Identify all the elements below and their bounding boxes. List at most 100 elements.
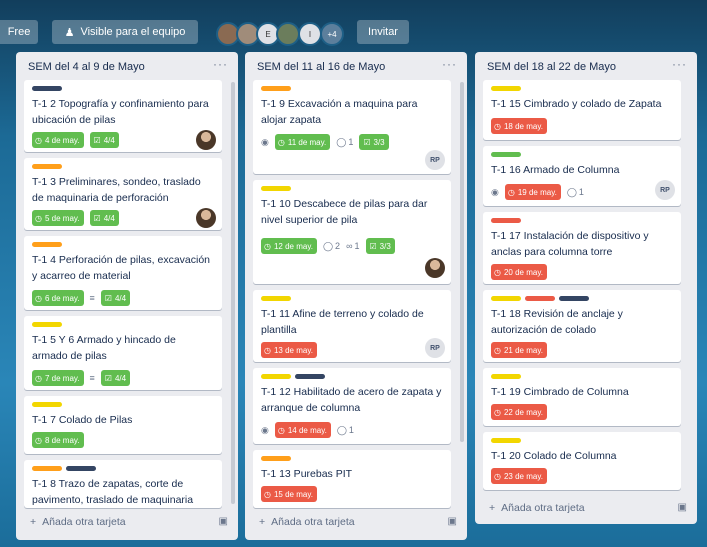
card[interactable]: T-1 12 Habilitado de acero de zapata y a… — [253, 368, 451, 444]
clock-icon: ◷ — [264, 241, 271, 251]
due-date-text: 14 de may. — [287, 425, 327, 435]
due-date-text: 23 de may. — [503, 471, 543, 481]
card[interactable]: T-1 7 Colado de Pilas ◷ 8 de may. — [24, 396, 222, 454]
checklist-icon: ☑ — [93, 213, 101, 223]
more-members-button[interactable]: +4 — [320, 22, 344, 46]
list-title[interactable]: SEM del 18 al 22 de Mayo — [487, 61, 616, 73]
list-menu-icon[interactable]: ··· — [672, 57, 687, 71]
member-avatar[interactable] — [425, 258, 445, 278]
due-date-badge[interactable]: ◷ 22 de may. — [491, 404, 547, 420]
card-badges: ◉ ◷ 14 de may. ◯ 1 — [261, 422, 354, 438]
due-date-badge[interactable]: ◷ 20 de may. — [491, 264, 547, 280]
card-title: T-1 3 Preliminares, sondeo, traslado de … — [32, 176, 201, 204]
due-date-badge[interactable]: ◷ 12 de may. — [261, 238, 317, 254]
board-header: Free ♟ Visible para el equipo E I +4 Inv… — [0, 0, 707, 48]
card-template-icon[interactable]: ▣ — [219, 516, 228, 527]
checklist-icon: ☑ — [104, 293, 112, 303]
card-title: T-1 20 Colado de Columna — [491, 450, 617, 462]
list-scrollbar[interactable] — [231, 82, 235, 504]
due-date-badge[interactable]: ◷ 21 de may. — [491, 342, 547, 358]
visibility-button[interactable]: ♟ Visible para el equipo — [52, 20, 198, 44]
card-badges: ◷ 8 de may. — [32, 432, 84, 448]
list-menu-icon[interactable]: ··· — [442, 57, 457, 71]
card[interactable]: T-1 18 Revisión de anclaje y autorizació… — [483, 290, 681, 362]
label-navy — [295, 374, 325, 379]
card[interactable]: T-1 4 Perforación de pilas, excavación y… — [24, 236, 222, 310]
checklist-badge: ☑ 4/4 — [89, 210, 119, 226]
due-date-badge[interactable]: ◷ 6 de may. — [32, 290, 84, 306]
label-orange — [32, 164, 62, 169]
card[interactable]: T-1 2 Topografía y confinamiento para ub… — [24, 80, 222, 152]
member-initials: RP — [430, 344, 440, 352]
card-title: T-1 4 Perforación de pilas, excavación y… — [32, 254, 211, 282]
clock-icon: ◷ — [494, 407, 501, 417]
label-orange — [261, 456, 291, 461]
card-badges: ◉ ◷ 11 de may. ◯ 1 ☑ 3/3 — [261, 134, 389, 150]
clock-icon: ◷ — [277, 425, 285, 435]
card-labels — [261, 186, 291, 191]
due-date-badge[interactable]: ◷ 7 de may. — [32, 370, 84, 386]
card[interactable]: T-1 5 Y 6 Armado y hincado de armado de … — [24, 316, 222, 390]
due-date-badge[interactable]: ◷ 14 de may. — [274, 422, 331, 438]
invite-button[interactable]: Invitar — [357, 20, 409, 44]
add-card-button[interactable]: + Añada otra tarjeta — [259, 516, 355, 528]
due-date-badge[interactable]: ◷ 8 de may. — [32, 432, 84, 448]
card[interactable]: T-1 9 Excavación a maquina para alojar z… — [253, 80, 451, 174]
due-date-text: 18 de may. — [503, 121, 543, 131]
comment-icon: ◯ — [336, 424, 347, 435]
card-badges: ◷ 13 de may. — [261, 342, 317, 358]
member-avatar[interactable]: RP — [655, 180, 675, 200]
add-card-button[interactable]: + Añada otra tarjeta — [489, 502, 585, 514]
due-date-text: 6 de may. — [44, 293, 80, 303]
due-date-badge[interactable]: ◷ 18 de may. — [491, 118, 547, 134]
comment-icon: ◯ — [566, 186, 577, 197]
card[interactable]: T-1 10 Descabece de pilas para dar nivel… — [253, 180, 451, 284]
card-badges: ◷ 20 de may. — [491, 264, 547, 280]
card[interactable]: T-1 11 Afine de terreno y colado de plan… — [253, 290, 451, 362]
comment-count: 2 — [335, 241, 341, 251]
due-date-text: 13 de may. — [273, 345, 313, 355]
card-labels — [32, 164, 62, 169]
card[interactable]: T-1 20 Colado de Columna ◷ 23 de may. — [483, 432, 681, 490]
member-avatar[interactable] — [196, 130, 216, 150]
due-date-text: 11 de may. — [287, 137, 327, 147]
due-date-badge[interactable]: ◷ 15 de may. — [261, 486, 317, 502]
list-scrollbar[interactable] — [460, 82, 464, 442]
due-date-badge[interactable]: ◷ 11 de may. — [274, 134, 331, 150]
card-labels — [491, 374, 521, 379]
label-navy — [32, 86, 62, 91]
card[interactable]: T-1 16 Armado de Columna ◉ ◷ 19 de may. ◯… — [483, 146, 681, 206]
comments-badge: ◯ 1 — [567, 187, 584, 198]
card[interactable]: T-1 17 Instalación de dispositivo y ancl… — [483, 212, 681, 284]
due-date-badge[interactable]: ◷ 23 de may. — [491, 468, 547, 484]
member-avatar[interactable]: RP — [425, 150, 445, 170]
list-title[interactable]: SEM del 11 al 16 de Mayo — [257, 61, 385, 73]
list-menu-icon[interactable]: ··· — [213, 57, 228, 71]
add-card-button[interactable]: + Añada otra tarjeta — [30, 516, 126, 528]
card-template-icon[interactable]: ▣ — [448, 516, 457, 527]
clock-icon: ◷ — [35, 435, 42, 445]
due-date-text: 19 de may. — [517, 187, 557, 197]
card-title: T-1 2 Topografía y confinamiento para ub… — [32, 98, 209, 126]
card-title: T-1 17 Instalación de dispositivo y ancl… — [491, 230, 649, 258]
card-template-icon[interactable]: ▣ — [678, 502, 687, 513]
card[interactable]: T-1 13 Purebas PIT ◷ 15 de may. — [253, 450, 451, 508]
due-date-badge[interactable]: ◷ 4 de may. — [32, 132, 84, 148]
plan-badge[interactable]: Free — [0, 20, 38, 44]
list-title[interactable]: SEM del 4 al 9 de Mayo — [28, 61, 145, 73]
label-yellow — [491, 296, 521, 301]
due-date-badge[interactable]: ◷ 13 de may. — [261, 342, 317, 358]
card[interactable]: T-1 19 Cimbrado de Columna ◷ 22 de may. — [483, 368, 681, 426]
card[interactable]: T-1 3 Preliminares, sondeo, traslado de … — [24, 158, 222, 230]
label-yellow — [32, 402, 62, 407]
member-avatar[interactable] — [276, 22, 300, 46]
card-badges: ◷ 15 de may. — [261, 486, 317, 502]
card[interactable]: T-1 8 Trazo de zapatas, corte de pavimen… — [24, 460, 222, 508]
member-avatar[interactable] — [196, 208, 216, 228]
due-date-badge[interactable]: ◷ 5 de may. — [32, 210, 84, 226]
card[interactable]: T-1 15 Cimbrado y colado de Zapata ◷ 18 d… — [483, 80, 681, 140]
member-avatar[interactable]: RP — [425, 338, 445, 358]
due-date-badge[interactable]: ◷ 19 de may. — [504, 184, 561, 200]
due-date-text: 12 de may. — [273, 241, 313, 251]
member-avatar[interactable]: I — [298, 22, 322, 46]
